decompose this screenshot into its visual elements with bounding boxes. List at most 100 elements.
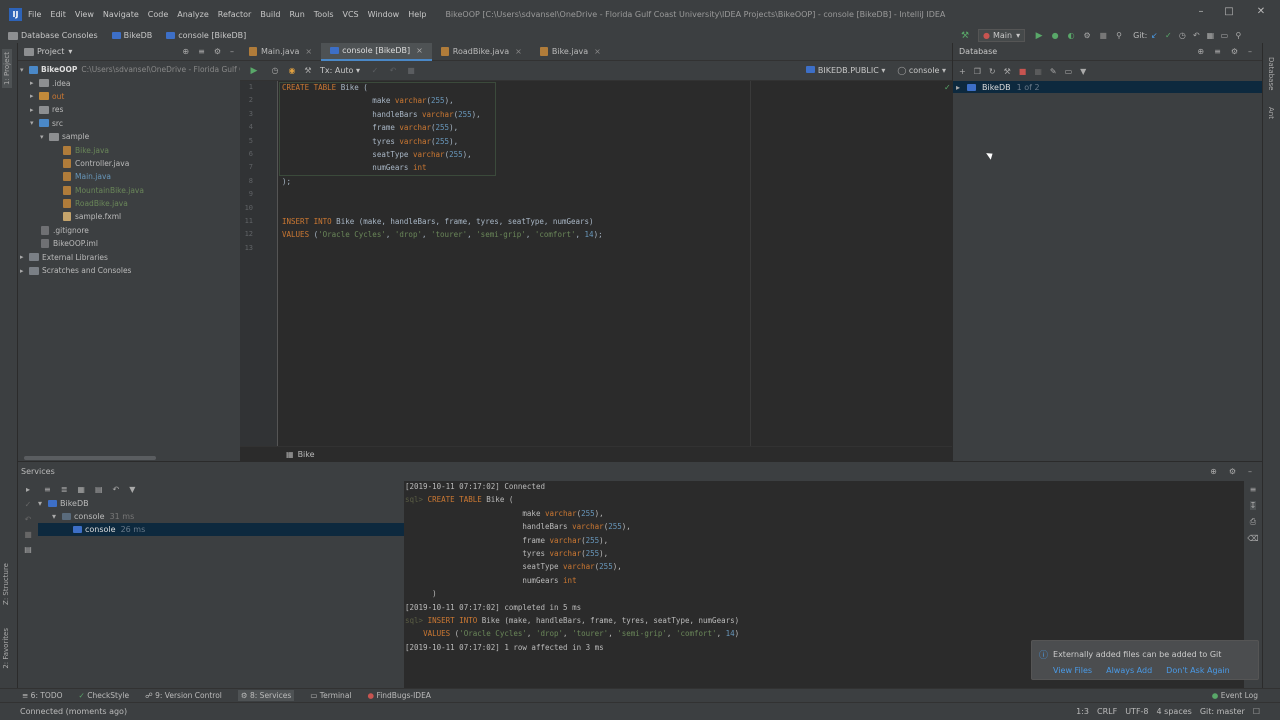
favorites-tool-tab[interactable]: 2: Favorites xyxy=(2,628,10,669)
close-tab-icon[interactable]: × xyxy=(416,46,423,55)
settings-gear-icon[interactable]: ⚙ xyxy=(214,47,221,56)
schema-select[interactable]: BIKEDB.PUBLIC ▾ xyxy=(805,66,885,75)
event-log-tool-tab[interactable]: ● Event Log xyxy=(1212,691,1258,700)
run-config-select[interactable]: ● Main ▾ xyxy=(978,29,1026,42)
settings-gear-icon[interactable]: ⚙ xyxy=(1229,467,1236,476)
transaction-mode-select[interactable]: Tx: Auto ▾ xyxy=(320,66,360,75)
checkstyle-tool-tab[interactable]: ✓ CheckStyle xyxy=(79,691,130,700)
coverage-icon[interactable]: ◐ xyxy=(1063,31,1079,40)
menu-vcs[interactable]: VCS xyxy=(343,10,359,19)
close-tab-icon[interactable]: × xyxy=(594,47,601,56)
collapse-all-icon[interactable]: ≣ xyxy=(61,485,68,494)
structure-tool-tab[interactable]: Z: Structure xyxy=(2,563,10,605)
tree-node-external-libraries[interactable]: ▸ External Libraries xyxy=(18,250,240,263)
settings-gear-icon[interactable]: ⚙ xyxy=(1231,47,1238,56)
terminal-tool-tab[interactable]: ▭ Terminal xyxy=(310,691,351,700)
soft-wrap-icon[interactable]: ≡ xyxy=(1250,485,1257,494)
table-editor-icon[interactable]: ▦ xyxy=(1034,67,1042,76)
add-service-icon[interactable]: ⊕ xyxy=(1210,467,1217,476)
debug-icon[interactable]: ● xyxy=(1047,31,1063,40)
view-files-link[interactable]: View Files xyxy=(1053,666,1092,675)
todo-tool-tab[interactable]: ≡ 6: TODO xyxy=(22,691,63,700)
breadcrumb-database-consoles[interactable]: Database Consoles xyxy=(8,31,98,40)
filter-icon[interactable]: ▼ xyxy=(1080,67,1086,76)
service-node-console[interactable]: console 26 ms xyxy=(18,523,404,536)
menu-run[interactable]: Run xyxy=(289,10,304,19)
tree-node-src[interactable]: ▾ src xyxy=(18,117,240,130)
rollback-icon[interactable]: ↶ xyxy=(384,66,402,75)
service-node-bikedb[interactable]: ▾ BikeDB xyxy=(18,497,404,510)
database-tool-tab[interactable]: Database xyxy=(1267,57,1275,90)
layout-icon[interactable]: ▤ xyxy=(24,545,32,554)
refresh-icon[interactable]: ↻ xyxy=(989,67,996,76)
database-tree-bikedb[interactable]: ▸ BikeDB 1 of 2 xyxy=(953,81,1262,93)
tab-console-bikedb[interactable]: console [BikeDB] × xyxy=(321,42,432,61)
run-icon[interactable]: ▶ xyxy=(1031,31,1047,41)
explain-plan-icon[interactable]: ◉ xyxy=(284,66,300,75)
menu-analyze[interactable]: Analyze xyxy=(177,10,209,19)
filter-icon[interactable]: ▼ xyxy=(129,485,135,494)
commit-icon[interactable]: ✓ xyxy=(25,500,32,509)
breadcrumb-console[interactable]: console [BikeDB] xyxy=(166,31,246,40)
menu-navigate[interactable]: Navigate xyxy=(103,10,139,19)
build-hammer-icon[interactable]: ⚒ xyxy=(958,31,972,41)
hide-panel-icon[interactable]: – xyxy=(230,47,234,56)
ant-tool-tab[interactable]: Ant xyxy=(1267,107,1275,119)
git-revert-icon[interactable]: ↶ xyxy=(1189,31,1203,40)
tree-node-out[interactable]: ▸ out xyxy=(18,90,240,103)
locate-icon[interactable]: ⊕ xyxy=(182,47,189,56)
collapse-all-icon[interactable]: ≡ xyxy=(1214,47,1221,56)
breadcrumb-bikedb[interactable]: BikeDB xyxy=(111,31,152,40)
menu-code[interactable]: Code xyxy=(148,10,168,19)
hide-panel-icon[interactable]: – xyxy=(1248,47,1252,56)
git-commit-icon[interactable]: ✓ xyxy=(1161,31,1175,40)
services-tool-tab[interactable]: ⚙ 8: Services xyxy=(237,690,295,701)
session-select[interactable]: ◯ console ▾ xyxy=(897,66,946,75)
rollback-icon[interactable]: ↶ xyxy=(25,515,32,524)
tab-main-java[interactable]: Main.java × xyxy=(240,43,321,61)
dont-ask-again-link[interactable]: Don't Ask Again xyxy=(1166,666,1230,675)
tree-node-main-java[interactable]: Main.java xyxy=(18,170,240,183)
locate-icon[interactable]: ⊕ xyxy=(1197,47,1204,56)
status-message[interactable]: Connected (moments ago) xyxy=(20,707,127,716)
run-icon[interactable]: ▸ xyxy=(26,485,30,494)
expand-all-icon[interactable]: ≡ xyxy=(44,485,51,494)
tree-node-mountainbike-java[interactable]: MountainBike.java xyxy=(18,184,240,197)
print-icon[interactable]: ⎙ xyxy=(1250,517,1256,527)
service-node-console-group[interactable]: ▾ console 31 ms xyxy=(18,510,404,523)
always-add-link[interactable]: Always Add xyxy=(1106,666,1152,675)
tree-node-res[interactable]: ▸ res xyxy=(18,103,240,116)
tree-node-bike-java[interactable]: Bike.java xyxy=(18,143,240,156)
editor-breadcrumb-bike[interactable]: Bike xyxy=(298,450,315,459)
edit-icon[interactable]: ✎ xyxy=(1050,67,1057,76)
duplicate-icon[interactable]: ❐ xyxy=(974,67,981,76)
minimize-button[interactable]: – xyxy=(1186,6,1216,17)
project-tool-tab[interactable]: 1: Project xyxy=(2,49,12,88)
file-encoding[interactable]: UTF-8 xyxy=(1125,707,1148,716)
search-everywhere-icon[interactable]: ⚲ xyxy=(1111,31,1127,40)
hide-panel-icon[interactable]: – xyxy=(1248,467,1252,476)
indent-setting[interactable]: 4 spaces xyxy=(1157,707,1192,716)
disconnect-icon[interactable]: ■ xyxy=(1019,67,1027,76)
menu-build[interactable]: Build xyxy=(260,10,280,19)
layout-icon[interactable]: ▤ xyxy=(95,485,103,494)
add-icon[interactable]: + xyxy=(959,67,966,76)
clear-all-icon[interactable]: ⌫ xyxy=(1247,534,1258,543)
caret-position[interactable]: 1:3 xyxy=(1076,707,1089,716)
tree-node-root[interactable]: ▾ BikeOOP C:\Users\sdvansel\OneDrive - Flo… xyxy=(18,63,240,76)
git-update-icon[interactable]: ↙ xyxy=(1147,31,1161,40)
version-control-tool-tab[interactable]: ☍ 9: Version Control xyxy=(145,691,222,700)
tree-node-sample-fxml[interactable]: sample.fxml xyxy=(18,210,240,223)
close-tab-icon[interactable]: × xyxy=(515,47,522,56)
commit-icon[interactable]: ✓ xyxy=(366,66,384,75)
tree-node-bikeoop-iml[interactable]: BikeOOP.iml xyxy=(18,237,240,250)
cancel-statement-icon[interactable]: ■ xyxy=(402,66,420,75)
line-separator[interactable]: CRLF xyxy=(1097,707,1117,716)
tree-node-gitignore[interactable]: .gitignore xyxy=(18,224,240,237)
horizontal-scrollbar[interactable] xyxy=(24,456,156,460)
stop-icon[interactable]: ■ xyxy=(24,530,32,539)
tree-node-roadbike-java[interactable]: RoadBike.java xyxy=(18,197,240,210)
menu-edit[interactable]: Edit xyxy=(50,10,66,19)
git-branch[interactable]: Git: master xyxy=(1200,707,1245,716)
lock-icon[interactable]: ☐ xyxy=(1253,707,1260,716)
